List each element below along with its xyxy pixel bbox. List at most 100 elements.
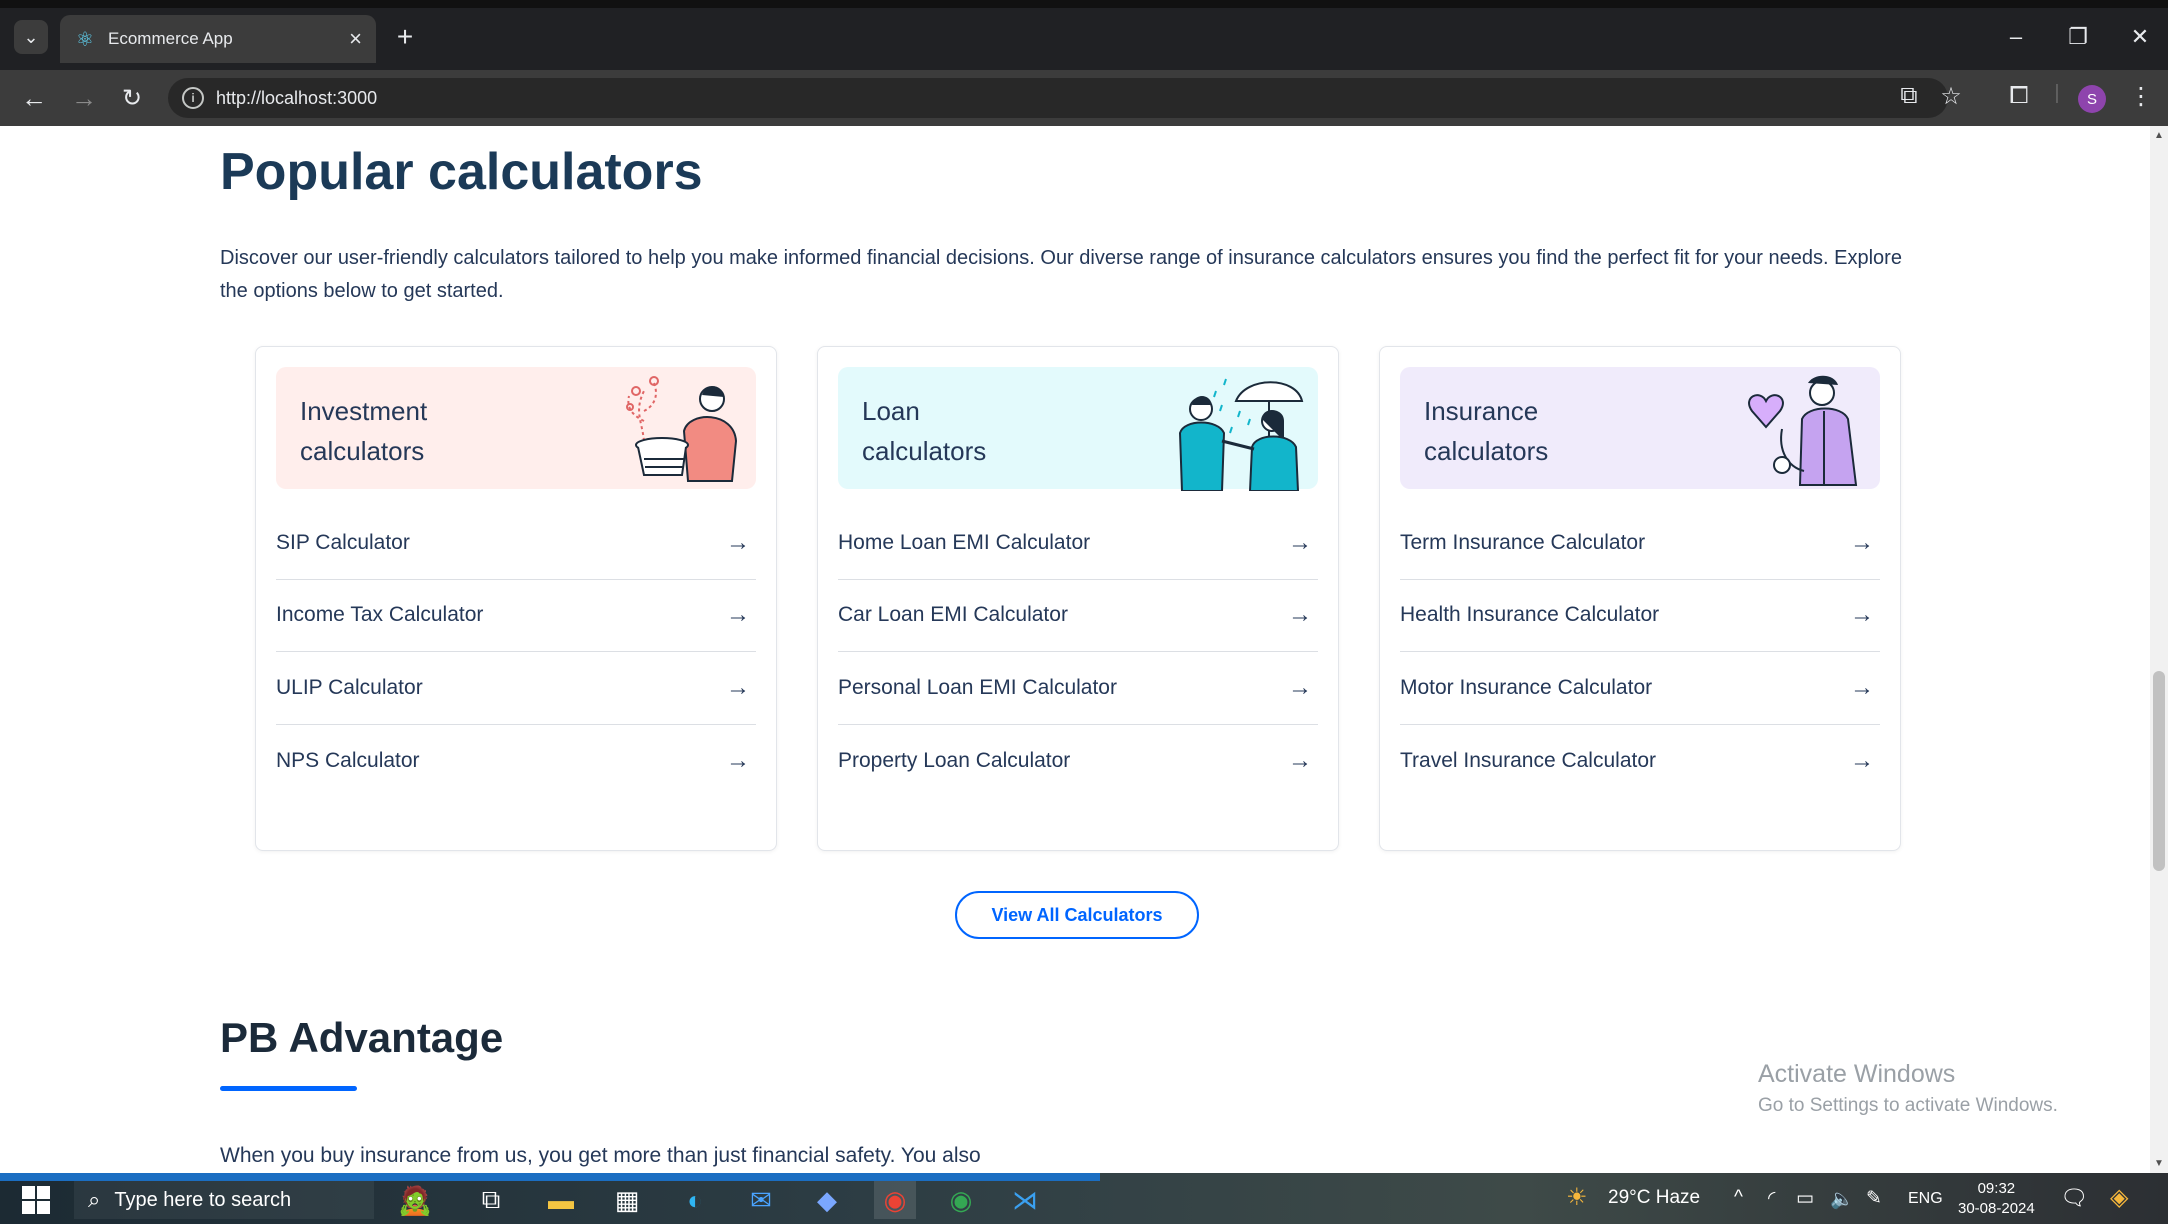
windows-taskbar: ⌕ Type here to search 🧟 ⧉ ▬ ▦ ◐ ✉ ◆ ◉ ◉ … (0, 1173, 2168, 1224)
edge-browser-icon[interactable]: ◐ (674, 1181, 716, 1219)
arrow-right-icon: → (726, 746, 750, 774)
insurance-card-header: Insurance calculators (1400, 367, 1880, 489)
browser-toolbar: ← → ↻ i http://localhost:3000 ⧉ ☆ ⧠ | S … (0, 70, 2168, 126)
arrow-right-icon: → (1288, 528, 1312, 556)
scroll-up-arrow-icon[interactable]: ▲ (2150, 130, 2168, 141)
restore-icon[interactable]: ❐ (2058, 24, 2098, 50)
scroll-down-arrow-icon[interactable]: ▼ (2150, 1158, 2168, 1169)
search-placeholder: Type here to search (114, 1188, 292, 1211)
card-title: Investment calculators (300, 396, 428, 466)
insurance-illustration-icon (1748, 375, 1858, 486)
mail-icon[interactable]: ✉ (740, 1181, 782, 1219)
chrome-icon[interactable]: ◉ (874, 1181, 916, 1219)
pb-advantage-description: When you buy insurance from us, you get … (220, 1144, 981, 1167)
url-text: http://localhost:3000 (216, 87, 378, 108)
list-item[interactable]: Travel Insurance Calculator → (1400, 725, 1880, 798)
section-description: Discover our user-friendly calculators t… (220, 247, 1902, 302)
vscode-icon[interactable]: ⋊ (1004, 1181, 1046, 1219)
search-highlight-icon[interactable]: 🧟 (380, 1181, 450, 1219)
reload-icon[interactable]: ↻ (114, 80, 150, 116)
loan-card-header: Loan calculators (838, 367, 1318, 491)
toolbar-divider: | (2054, 82, 2060, 104)
browser-tab[interactable]: ⚛ Ecommerce App × (60, 15, 376, 63)
battery-icon[interactable]: ▭ (1796, 1187, 1814, 1210)
notification-icon[interactable]: 🗨 (2060, 1185, 2088, 1211)
list-item[interactable]: Car Loan EMI Calculator → (838, 580, 1318, 652)
volume-icon[interactable]: 🔈 (1830, 1187, 1854, 1211)
page-scrollbar[interactable]: ▲ ▼ (2150, 126, 2168, 1173)
pb-advantage-title: PB Advantage (220, 1014, 504, 1061)
new-tab-plus-icon[interactable]: + (390, 21, 420, 52)
windows-start-icon[interactable] (22, 1186, 50, 1214)
search-icon: ⌕ (88, 1187, 101, 1212)
window-close-icon[interactable]: ✕ (2120, 24, 2160, 50)
arrow-right-icon: → (726, 601, 750, 629)
language-indicator[interactable]: ENG (1908, 1190, 1943, 1208)
investment-card: Investment calculators SIP Calculator → I… (255, 346, 777, 851)
page-viewport: Popular calculators Discover our user-fr… (0, 126, 2150, 1173)
taskbar-search-box[interactable]: ⌕ Type here to search (74, 1181, 374, 1219)
copilot-icon[interactable]: ◆ (806, 1181, 848, 1219)
weather-text[interactable]: 29°C Haze (1608, 1187, 1700, 1209)
tab-close-icon[interactable]: × (349, 26, 362, 52)
taskbar-clock[interactable]: 09:32 30-08-2024 (1958, 1179, 2035, 1219)
minimize-icon[interactable]: – (1996, 24, 2036, 50)
network-icon[interactable]: ◜ (1768, 1187, 1775, 1210)
investment-illustration-icon (626, 376, 738, 482)
investment-card-header: Investment calculators (276, 367, 756, 489)
clock-time: 09:32 (1977, 1180, 2016, 1197)
react-favicon-icon: ⚛ (76, 28, 94, 51)
loan-calculator-list: Home Loan EMI Calculator → Car Loan EMI C… (838, 507, 1318, 797)
list-item[interactable]: SIP Calculator → (276, 507, 756, 580)
tab-search-chevron-icon[interactable]: ⌄ (14, 20, 48, 54)
back-arrow-icon[interactable]: ← (16, 80, 52, 116)
arrow-right-icon: → (1850, 528, 1874, 556)
chrome-profile-icon[interactable]: ◉ (940, 1181, 982, 1219)
clock-date: 30-08-2024 (1958, 1200, 2035, 1217)
card-title: Loan calculators (862, 396, 987, 466)
insurance-card: Insurance calculators Term Insurance Cal… (1379, 346, 1901, 851)
arrow-right-icon: → (1850, 673, 1874, 701)
list-item[interactable]: Income Tax Calculator → (276, 580, 756, 652)
bookmark-star-icon[interactable]: ☆ (1934, 82, 1968, 111)
list-item[interactable]: Motor Insurance Calculator → (1400, 652, 1880, 725)
loan-illustration-icon (1178, 378, 1304, 491)
tray-chevron-up-icon[interactable]: ^ (1734, 1187, 1743, 1209)
menu-kebab-icon[interactable]: ⋮ (2124, 82, 2158, 111)
arrow-right-icon: → (1288, 601, 1312, 629)
taskbar-top-strip (0, 1173, 1100, 1181)
list-item[interactable]: Personal Loan EMI Calculator → (838, 652, 1318, 725)
card-title: Insurance calculators (1424, 396, 1549, 466)
pen-icon[interactable]: ✎ (1866, 1187, 1882, 1210)
view-all-calculators-button[interactable]: View All Calculators (955, 891, 1199, 939)
arrow-right-icon: → (726, 528, 750, 556)
insurance-calculator-list: Term Insurance Calculator → Health Insura… (1400, 507, 1880, 797)
scrollbar-thumb[interactable] (2153, 671, 2165, 871)
browser-titlebar: ⌄ ⚛ Ecommerce App × + – ❐ ✕ (0, 0, 2168, 70)
loan-card: Loan calculators Home Loan EMI Calculato… (817, 346, 1339, 851)
list-item[interactable]: Home Loan EMI Calculator → (838, 507, 1318, 580)
section-title: Popular calculators (220, 143, 703, 201)
title-underline (220, 1086, 357, 1091)
list-item[interactable]: Property Loan Calculator → (838, 725, 1318, 798)
profile-avatar[interactable]: S (2078, 85, 2106, 113)
microsoft-store-icon[interactable]: ▦ (606, 1181, 648, 1219)
site-info-icon[interactable]: i (182, 87, 204, 109)
arrow-right-icon: → (1288, 746, 1312, 774)
install-app-icon[interactable]: ⧉ (1892, 82, 1926, 110)
weather-icon: ☀ (1566, 1184, 1588, 1211)
activate-windows-watermark: Activate Windows Go to Settings to activ… (1758, 1060, 2058, 1116)
file-explorer-icon[interactable]: ▬ (540, 1181, 582, 1219)
arrow-right-icon: → (1288, 673, 1312, 701)
extensions-puzzle-icon[interactable]: ⧠ (2002, 82, 2036, 110)
list-item[interactable]: ULIP Calculator → (276, 652, 756, 725)
address-bar[interactable]: i http://localhost:3000 (168, 78, 1948, 118)
list-item[interactable]: Health Insurance Calculator → (1400, 580, 1880, 652)
arrow-right-icon: → (726, 673, 750, 701)
list-item[interactable]: NPS Calculator → (276, 725, 756, 798)
task-view-icon[interactable]: ⧉ (470, 1181, 512, 1219)
copilot-tray-icon[interactable]: ◈ (2110, 1183, 2128, 1212)
list-item[interactable]: Term Insurance Calculator → (1400, 507, 1880, 580)
forward-arrow-icon[interactable]: → (66, 80, 102, 116)
arrow-right-icon: → (1850, 746, 1874, 774)
